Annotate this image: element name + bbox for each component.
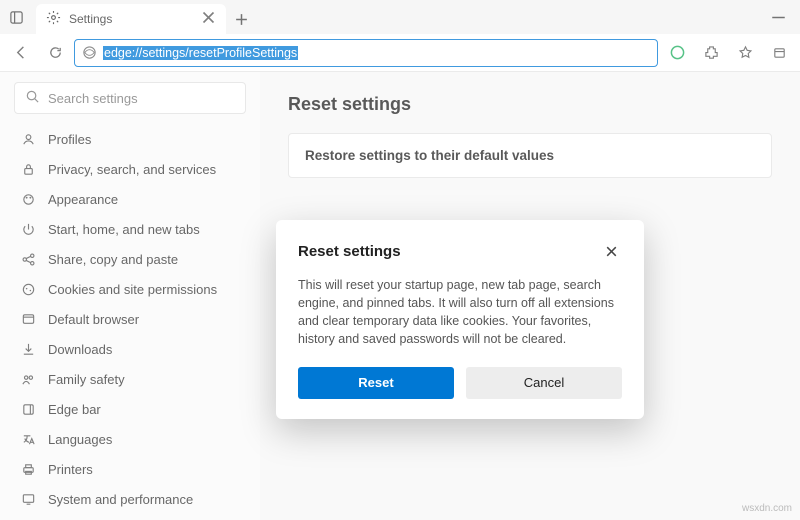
reset-settings-dialog: Reset settings This will reset your star…	[276, 220, 644, 419]
dialog-title: Reset settings	[298, 243, 401, 260]
cancel-button[interactable]: Cancel	[466, 367, 622, 399]
dialog-close-button[interactable]	[600, 240, 622, 262]
dialog-body: This will reset your startup page, new t…	[298, 276, 622, 349]
reset-button[interactable]: Reset	[298, 367, 454, 399]
watermark: wsxdn.com	[742, 503, 792, 514]
